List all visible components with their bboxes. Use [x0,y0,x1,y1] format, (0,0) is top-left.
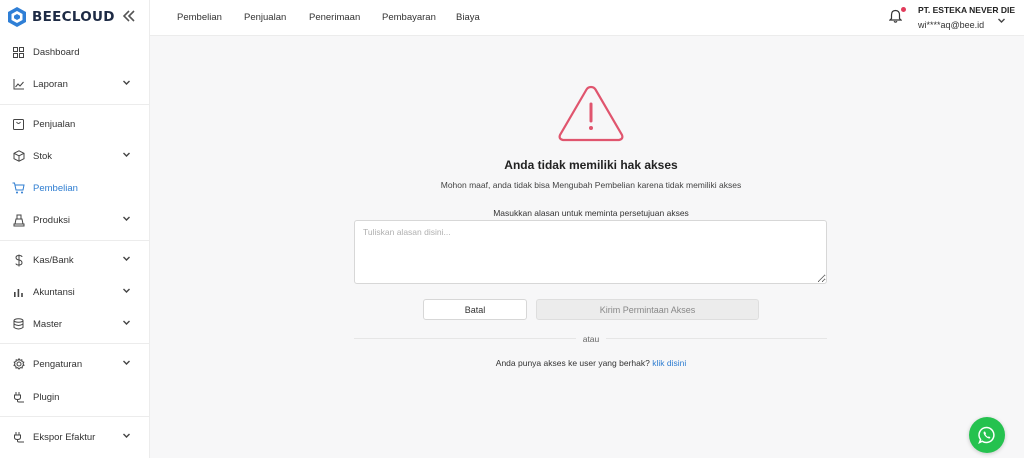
whatsapp-icon [978,426,995,444]
sidebar-item-label: Stok [33,150,53,162]
chevron-down-icon [122,431,131,443]
chevron-down-icon [122,214,131,226]
sidebar-item-label: Penjualan [33,118,76,130]
sidebar-item-produksi[interactable]: Produksi [0,206,150,234]
sidebar-item-label: Akuntansi [33,286,75,298]
chevron-down-icon [122,254,131,266]
whatsapp-button[interactable] [969,417,1005,453]
bag-icon [12,118,25,131]
sidebar-item-label: Kas/Bank [33,254,74,266]
sidebar-item-label: Plugin [33,391,60,403]
sidebar-item-stok[interactable]: Stok [0,142,150,170]
chevron-down-icon [122,78,131,90]
sidebar-item-label: Dashboard [33,46,80,58]
footer-note: Anda punya akses ke user yang berhak? kl… [391,358,791,368]
sidebar-item-label: Ekspor Efaktur [33,431,96,443]
access-denied-subtitle: Mohon maaf, anda tidak bisa Mengubah Pem… [440,180,742,190]
brand-name: BEECLOUD [32,9,115,25]
sidebar-item-label: Pembelian [33,182,78,194]
chevron-down-icon[interactable] [997,16,1006,28]
sidebar-item-pembelian[interactable]: Pembelian [0,174,150,202]
top-menu-pembayaran[interactable]: Pembayaran [382,12,436,23]
sidebar-item-master[interactable]: Master [0,310,150,338]
grid-icon [12,46,25,59]
or-divider-left [354,338,576,339]
sidebar-item-label: Master [33,318,63,330]
top-menu-pembelian[interactable]: Pembelian [177,12,222,23]
top-menu-penerimaan[interactable]: Penerimaan [309,12,360,23]
cancel-button[interactable]: Batal [423,299,527,320]
sidebar-divider [0,343,150,344]
box-icon [12,150,25,163]
bell-icon[interactable] [888,9,903,26]
warning-icon [556,84,626,147]
reason-input[interactable] [354,220,827,284]
sidebar-item-penjualan[interactable]: Penjualan [0,110,150,138]
top-menu-biaya[interactable]: Biaya [456,12,480,23]
sidebar-item-label: Pengaturan [33,358,83,370]
factory-icon [12,214,25,227]
sidebar-item-pengaturan[interactable]: Pengaturan [0,350,150,378]
export-icon [12,431,25,444]
top-bar: Pembelian Penjualan Penerimaan Pembayara… [150,0,1024,36]
notification-dot [901,7,906,12]
sidebar-item-dashboard[interactable]: Dashboard [0,38,150,66]
user-email[interactable]: wi****aq@bee.id [918,20,984,30]
click-here-link[interactable]: klik disini [652,358,686,368]
sidebar: BEECLOUD Dashboard Laporan Penjualan Sto… [0,0,150,458]
sidebar-item-label: Produksi [33,214,70,226]
sidebar-item-label: Laporan [33,78,68,90]
sidebar-item-akuntansi[interactable]: Akuntansi [0,278,150,306]
access-denied-title: Anda tidak memiliki hak akses [504,158,678,172]
plug-icon [12,391,25,404]
sidebar-divider [0,416,150,417]
sidebar-item-laporan[interactable]: Laporan [0,70,150,98]
bar-chart-icon [12,286,25,299]
or-label: atau [578,334,604,344]
chevron-down-icon [122,358,131,370]
bee-logo-icon [8,7,26,27]
chevron-down-icon [122,318,131,330]
sidebar-divider [0,104,150,105]
chevron-down-icon [122,150,131,162]
database-icon [12,318,25,331]
reason-label: Masukkan alasan untuk meminta persetujua… [493,208,689,218]
chart-line-icon [12,78,25,91]
dollar-icon [12,254,25,267]
sidebar-item-ekspor-efaktur[interactable]: Ekspor Efaktur [0,423,150,451]
cart-icon [12,182,25,195]
company-name: PT. ESTEKA NEVER DIE [918,5,1015,15]
chevron-down-icon [122,286,131,298]
send-request-button[interactable]: Kirim Permintaan Akses [536,299,759,320]
sidebar-item-kas-bank[interactable]: Kas/Bank [0,246,150,274]
sidebar-item-plugin[interactable]: Plugin [0,383,150,411]
collapse-sidebar-icon[interactable] [122,9,136,26]
gear-icon [12,358,25,371]
sidebar-divider [0,240,150,241]
or-divider-right [606,338,827,339]
top-menu-penjualan[interactable]: Penjualan [244,12,286,23]
footer-text: Anda punya akses ke user yang berhak? [495,358,650,368]
